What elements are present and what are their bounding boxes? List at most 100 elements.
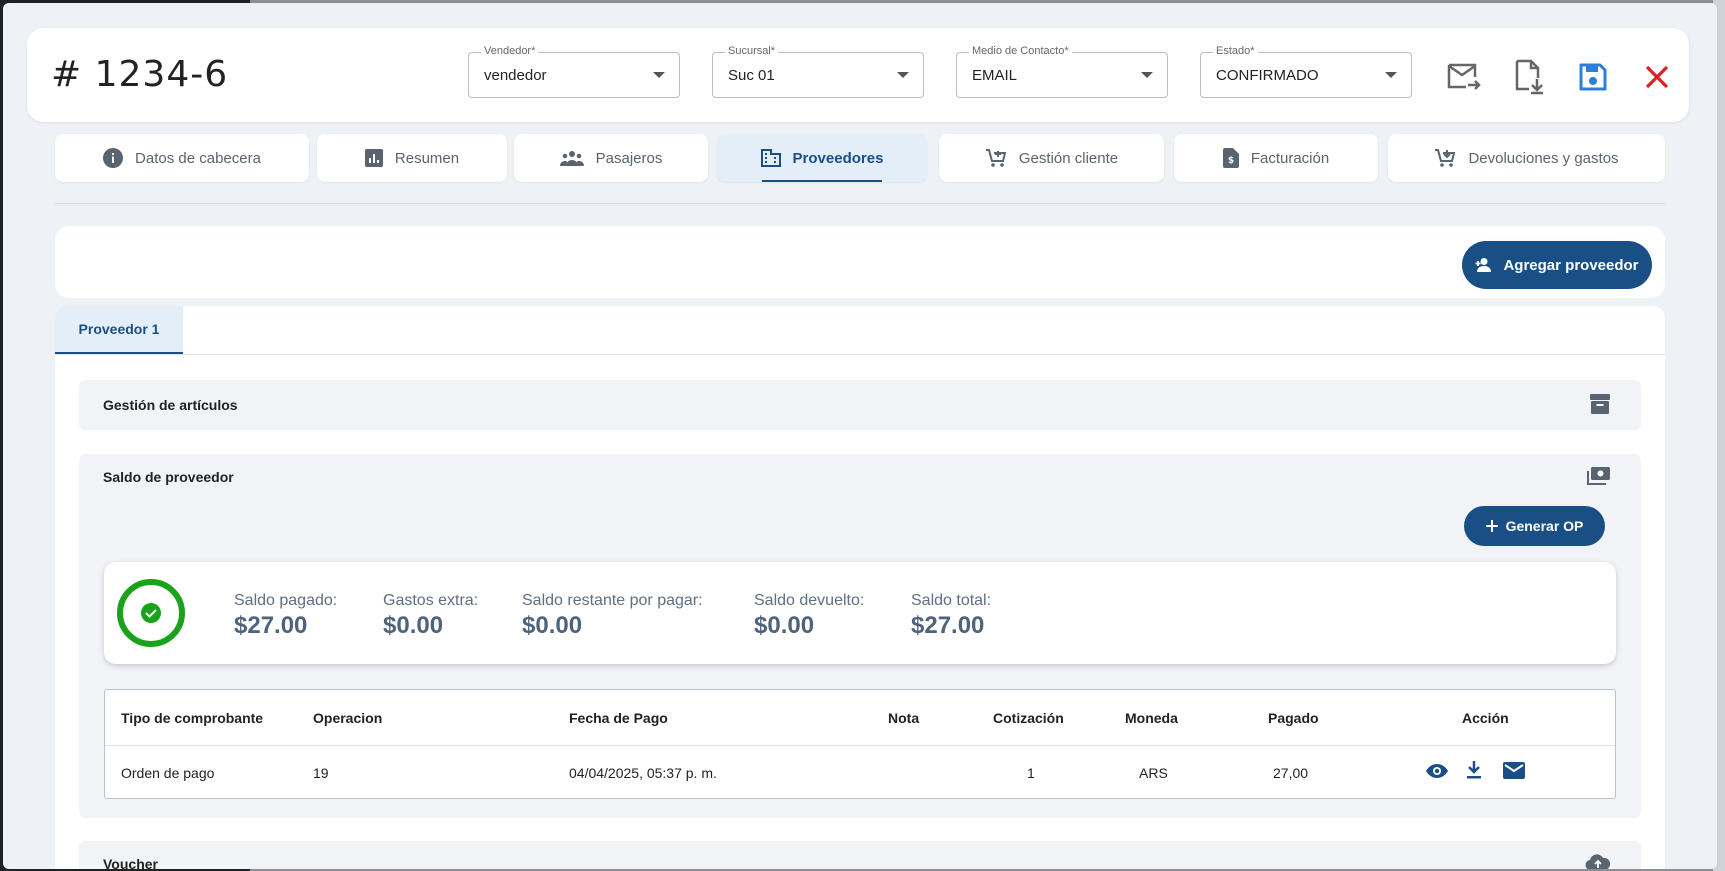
stat-remaining: Saldo restante por pagar: $0.00: [522, 592, 703, 640]
divider: [55, 203, 1665, 204]
svg-text:$: $: [1228, 156, 1234, 166]
column-header: Pagado: [1268, 710, 1319, 726]
cloud-upload-icon: [1585, 854, 1611, 869]
save-button[interactable]: [1574, 58, 1612, 96]
medio-contacto-select[interactable]: Medio de Contacto* EMAIL: [956, 45, 1168, 98]
cart-add-icon: [985, 149, 1007, 167]
stat-label: Saldo pagado:: [234, 592, 338, 609]
articles-title: Gestión de artículos: [103, 397, 238, 413]
header-bar: # 1234-6 Vendedor* vendedor Sucursal* Su…: [27, 28, 1689, 122]
stat-value: $0.00: [522, 612, 583, 639]
stat-label: Saldo restante por pagar:: [522, 592, 703, 609]
cell-cotizacion: 1: [1027, 765, 1035, 781]
chevron-down-icon: [653, 72, 665, 78]
column-header: Moneda: [1125, 710, 1178, 726]
articles-section[interactable]: Gestión de artículos: [79, 380, 1641, 430]
tab-datos-cabecera[interactable]: Datos de cabecera: [55, 134, 309, 182]
cell-fecha: 04/04/2025, 05:37 p. m.: [569, 765, 717, 781]
tab-label: Gestión cliente: [1018, 149, 1119, 167]
tab-facturacion[interactable]: $ Facturación: [1174, 134, 1378, 182]
tab-proveedores[interactable]: Proveedores: [717, 134, 927, 182]
cell-tipo: Orden de pago: [121, 765, 215, 781]
tab-pasajeros[interactable]: Pasajeros: [514, 134, 708, 182]
reservation-modal: # 1234-6 Vendedor* vendedor Sucursal* Su…: [3, 3, 1717, 869]
generate-op-button[interactable]: Generar OP: [1464, 506, 1605, 546]
sucursal-value: Suc 01: [728, 67, 775, 84]
close-button[interactable]: [1638, 58, 1676, 96]
balance-section: Saldo de proveedor Generar OP Saldo paga…: [79, 454, 1641, 818]
stat-extra: Gastos extra: $0.00: [383, 592, 478, 640]
stat-total: Saldo total: $27.00: [911, 592, 991, 640]
archive-button[interactable]: [1589, 393, 1611, 420]
email-button[interactable]: [1503, 762, 1525, 784]
stat-paid: Saldo pagado: $27.00: [234, 592, 337, 640]
tab-label: Pasajeros: [595, 149, 663, 167]
cart-return-icon: [1435, 149, 1456, 167]
eye-icon: [1426, 764, 1448, 778]
sucursal-select[interactable]: Sucursal* Suc 01: [712, 45, 924, 98]
vendedor-label: Vendedor*: [481, 45, 539, 57]
sucursal-label: Sucursal*: [725, 45, 779, 57]
column-header: Nota: [888, 710, 920, 726]
stat-label: Saldo total:: [911, 592, 992, 609]
invoice-icon: $: [1222, 148, 1239, 168]
chevron-down-icon: [897, 72, 909, 78]
view-button[interactable]: [1425, 763, 1449, 784]
column-header: Tipo de comprobante: [121, 710, 264, 726]
cash-icon: [1587, 467, 1610, 485]
info-icon: [103, 148, 124, 168]
tab-label: Datos de cabecera: [135, 149, 261, 167]
download-button[interactable]: [1465, 760, 1483, 785]
stat-value: $27.00: [911, 612, 985, 639]
plus-icon: [1485, 520, 1498, 532]
estado-value: CONFIRMADO: [1216, 67, 1319, 84]
cell-pagado: 27,00: [1273, 765, 1309, 781]
generate-op-label: Generar OP: [1505, 518, 1584, 534]
estado-label: Estado*: [1213, 45, 1258, 57]
archive-icon: [1590, 394, 1610, 414]
column-header: Operacion: [313, 710, 383, 726]
add-provider-label: Agregar proveedor: [1503, 256, 1639, 274]
tab-proveedor-1[interactable]: Proveedor 1: [55, 306, 183, 354]
column-header: Fecha de Pago: [569, 710, 668, 726]
stat-label: Saldo devuelto:: [754, 592, 865, 609]
vendedor-value: vendedor: [484, 67, 547, 84]
download-icon: [1467, 761, 1481, 779]
estado-select[interactable]: Estado* CONFIRMADO: [1200, 45, 1412, 98]
tab-devoluciones-gastos[interactable]: Devoluciones y gastos: [1388, 134, 1665, 182]
building-icon: [760, 149, 781, 167]
table-header: Tipo de comprobante Operacion Fecha de P…: [105, 690, 1615, 746]
tab-label: Proveedores: [792, 149, 884, 167]
balance-toggle[interactable]: [1587, 466, 1611, 491]
balance-summary-card: Saldo pagado: $27.00 Gastos extra: $0.00…: [104, 562, 1616, 664]
voucher-section[interactable]: Voucher: [79, 841, 1641, 869]
stat-value: $0.00: [754, 612, 815, 639]
add-provider-button[interactable]: Agregar proveedor: [1462, 241, 1652, 289]
stat-label: Gastos extra:: [383, 592, 479, 609]
download-file-button[interactable]: [1510, 58, 1548, 96]
upload-button[interactable]: [1585, 853, 1611, 869]
vendedor-select[interactable]: Vendedor* vendedor: [468, 45, 680, 98]
tab-gestion-cliente[interactable]: Gestión cliente: [939, 134, 1164, 182]
download-file-icon: [1515, 59, 1543, 95]
medio-contacto-value: EMAIL: [972, 67, 1018, 84]
send-email-button[interactable]: [1445, 58, 1483, 96]
voucher-title: Voucher: [103, 856, 158, 869]
column-header: Cotización: [993, 710, 1064, 726]
stat-returned: Saldo devuelto: $0.00: [754, 592, 864, 640]
tab-resumen[interactable]: Resumen: [317, 134, 507, 182]
tab-label: Facturación: [1250, 149, 1330, 167]
chart-icon: [364, 149, 383, 167]
add-user-icon: [1475, 258, 1492, 272]
chevron-down-icon: [1141, 72, 1153, 78]
cell-operacion: 19: [313, 765, 329, 781]
stat-value: $27.00: [234, 612, 308, 639]
tab-label: Resumen: [394, 149, 460, 167]
page-title: # 1234-6: [51, 54, 229, 95]
stat-value: $0.00: [383, 612, 444, 639]
close-icon: [1645, 65, 1669, 89]
check-circle-icon: [117, 579, 185, 647]
provider-panel: Proveedor 1 Gestión de artículos Saldo d…: [55, 306, 1665, 869]
chevron-down-icon: [1385, 72, 1397, 78]
medio-contacto-label: Medio de Contacto*: [969, 45, 1072, 57]
